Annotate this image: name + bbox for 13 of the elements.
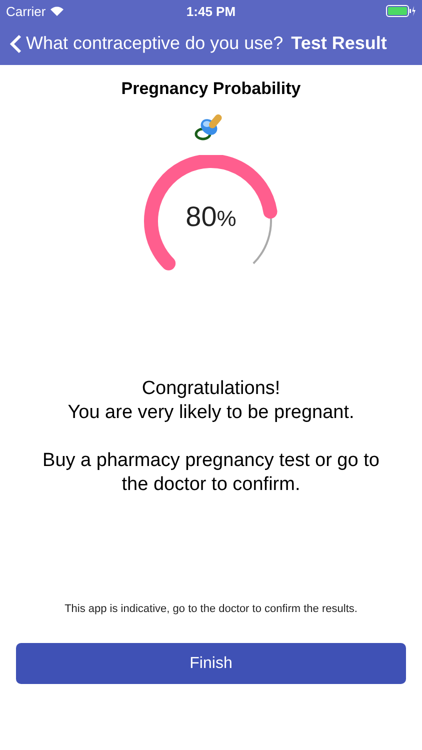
- time-label: 1:45 PM: [186, 4, 236, 18]
- disclaimer-text: This app is indicative, go to the doctor to confirm the results.: [64, 603, 358, 615]
- back-chevron-icon: [10, 34, 22, 54]
- back-link[interactable]: What contraceptive do you use?: [10, 33, 284, 54]
- result-message: Buy a pharmacy pregnancy test or go to the doctor to confirm.: [42, 449, 380, 497]
- wifi-icon: [50, 6, 64, 16]
- battery-icon: [386, 5, 416, 17]
- gauge-reading: 80%: [184, 201, 238, 233]
- result-message: Congratulations! You are very likely to be pregnant.: [66, 377, 356, 425]
- screen-title: Test Result: [291, 33, 387, 54]
- finish-button[interactable]: Finish: [16, 643, 406, 684]
- carrier-label: Carrier: [6, 4, 46, 18]
- section-heading: Pregnancy Probability: [120, 79, 302, 99]
